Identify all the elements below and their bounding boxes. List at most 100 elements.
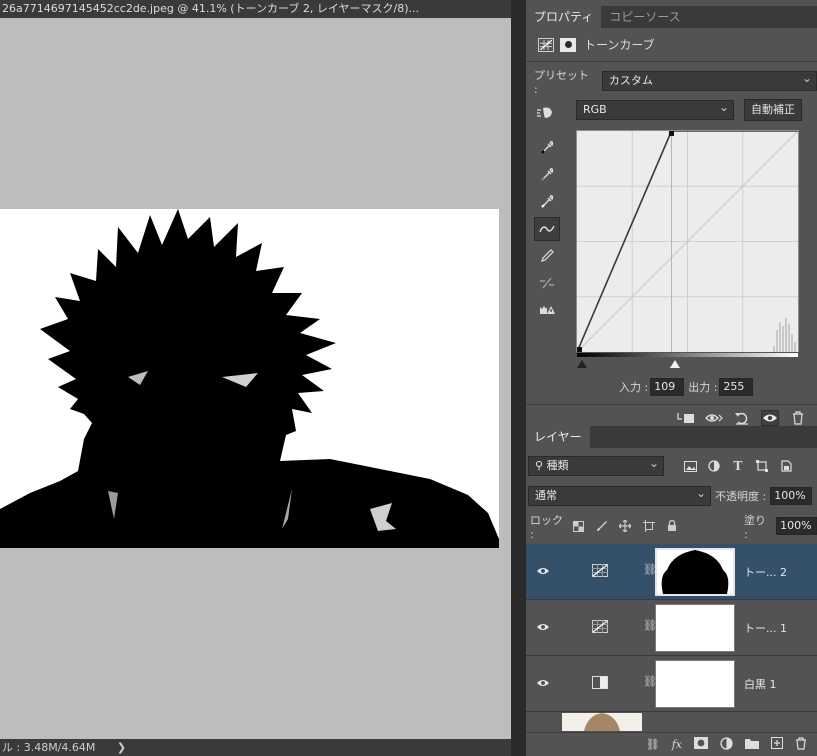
curves-layer-icon — [592, 620, 608, 634]
toggle-visibility-icon[interactable] — [761, 409, 779, 426]
histogram-bar — [785, 318, 787, 352]
gray-point-eyedropper-icon[interactable] — [534, 163, 560, 187]
histogram — [773, 318, 796, 352]
draw-curve-pencil-icon[interactable] — [534, 244, 560, 268]
new-group-folder-icon[interactable] — [745, 738, 759, 752]
tab-clone-source[interactable]: コピーソース — [601, 6, 688, 28]
curves-adjustment-icon[interactable] — [538, 37, 554, 52]
properties-header: トーンカーブ — [526, 28, 817, 62]
filter-image-icon[interactable] — [682, 459, 698, 473]
clip-to-layer-icon[interactable] — [677, 410, 695, 426]
edit-points-curve-icon[interactable] — [534, 217, 560, 241]
tab-layers[interactable]: レイヤー — [526, 426, 590, 448]
channel-select[interactable]: RGB — [576, 98, 734, 120]
curve-point-white[interactable] — [668, 131, 674, 136]
layer-mask-icon[interactable] — [560, 37, 576, 52]
black-point-eyedropper-icon[interactable] — [534, 136, 560, 160]
preset-select[interactable]: カスタム — [601, 69, 817, 91]
document-tab[interactable]: 26a7714697145452cc2de.jpeg @ 41.1% (トーンカ… — [0, 0, 511, 18]
filter-text-icon[interactable]: T — [730, 459, 746, 473]
output-field[interactable]: 255 — [719, 378, 754, 396]
lock-transparency-icon[interactable] — [571, 519, 586, 533]
black-input-slider[interactable] — [577, 360, 587, 368]
layer-name[interactable]: トー... 2 — [744, 564, 787, 580]
histogram-bar — [794, 342, 796, 352]
layer-mask-thumbnail[interactable] — [655, 548, 735, 596]
blend-row: 通常 不透明度 : 100% — [528, 484, 817, 506]
layers-panel: レイヤー ⚲ 種類 T 通常 不透明度 : 100% — [526, 426, 817, 756]
status-menu-arrow-icon[interactable]: ❯ — [117, 741, 126, 754]
layers-tabs: レイヤー — [526, 426, 817, 448]
curve-graph[interactable] — [576, 130, 799, 353]
tab-properties[interactable]: プロパティ — [526, 6, 602, 28]
filter-adjustment-icon[interactable] — [706, 459, 722, 473]
silhouette-artwork — [0, 209, 499, 548]
opacity-field[interactable]: 100% — [770, 487, 813, 505]
histogram-bar — [779, 322, 781, 352]
input-gradient-bar — [576, 352, 799, 358]
auto-button[interactable]: 自動補正 — [744, 99, 802, 121]
smooth-curve-icon[interactable] — [534, 271, 560, 295]
document-window: 26a7714697145452cc2de.jpeg @ 41.1% (トーンカ… — [0, 0, 511, 756]
lock-pixels-brush-icon[interactable] — [594, 519, 609, 533]
lock-artboard-icon[interactable] — [641, 519, 656, 533]
clipping-warning-icon[interactable] — [534, 298, 560, 322]
black-white-layer-icon — [592, 676, 608, 690]
layer-row-curves-1[interactable]: ⛓ トー... 1 — [526, 600, 817, 656]
delete-adjustment-icon[interactable] — [789, 410, 807, 426]
layer-mask-thumbnail[interactable] — [655, 604, 735, 652]
input-field[interactable]: 109 — [650, 378, 685, 396]
channel-row: RGB 自動補正 — [534, 98, 802, 122]
properties-panel: プロパティ コピーソース トーンカーブ プリセット : カスタム RGB 自動補… — [526, 6, 817, 430]
preset-label: プリセット : — [534, 68, 589, 96]
fill-field[interactable]: 100% — [776, 517, 817, 535]
lock-position-move-icon[interactable] — [618, 519, 633, 533]
opacity-label: 不透明度 : — [715, 490, 767, 503]
input-label: 入力 : — [619, 381, 649, 394]
histogram-bar — [782, 326, 784, 352]
preset-row: プリセット : カスタム — [534, 69, 817, 96]
view-previous-state-icon[interactable] — [705, 410, 723, 426]
canvas-image[interactable] — [0, 209, 499, 548]
curve-plot — [577, 131, 798, 352]
layer-name[interactable]: 白黒 1 — [744, 676, 777, 692]
filter-smart-object-icon[interactable] — [778, 459, 794, 473]
background-layer-thumbnail[interactable] — [562, 713, 642, 731]
layer-visibility-eye-icon[interactable] — [534, 620, 552, 634]
blend-mode-select[interactable]: 通常 — [528, 484, 711, 506]
panel-gutter — [511, 0, 526, 756]
layer-filter-row: ⚲ 種類 T — [528, 454, 813, 476]
delete-layer-trash-icon[interactable] — [795, 736, 807, 753]
reset-adjustment-icon[interactable] — [733, 410, 751, 426]
curves-layer-icon — [592, 564, 608, 578]
white-input-slider[interactable] — [670, 360, 680, 368]
search-icon: ⚲ — [535, 459, 544, 472]
filter-shape-icon[interactable] — [754, 459, 770, 473]
layer-filter-value: 種類 — [546, 459, 569, 472]
link-layers-icon[interactable]: ⛓ — [646, 738, 660, 751]
lock-label: ロック : — [530, 513, 563, 541]
histogram-bar — [776, 330, 778, 352]
new-layer-icon[interactable] — [771, 737, 783, 752]
layer-name[interactable]: トー... 1 — [744, 620, 787, 636]
lock-all-icon[interactable] — [665, 519, 680, 533]
new-adjustment-layer-icon[interactable] — [720, 736, 733, 753]
input-output-row: 入力 : 109 出力 : 255 — [619, 377, 757, 397]
doc-size-readout: ル : 3.48M/4.64M — [2, 741, 96, 754]
white-point-eyedropper-icon[interactable] — [534, 190, 560, 214]
curve-tools — [534, 136, 560, 325]
histogram-bar — [788, 324, 790, 352]
layer-filter-select[interactable]: ⚲ 種類 — [528, 454, 664, 476]
layer-visibility-eye-icon[interactable] — [534, 564, 552, 578]
layer-row-black-white-1[interactable]: ⛓ 白黒 1 — [526, 656, 817, 712]
layer-row-curves-2[interactable]: ⛓ トー... 2 — [526, 544, 817, 600]
fill-label: 塗り : — [743, 513, 766, 541]
layers-footer: ⛓ fx — [526, 732, 817, 756]
layer-visibility-eye-icon[interactable] — [534, 676, 552, 690]
add-mask-icon[interactable] — [694, 737, 708, 752]
layer-style-fx-icon[interactable]: fx — [672, 738, 682, 751]
panel-dock: プロパティ コピーソース トーンカーブ プリセット : カスタム RGB 自動補… — [526, 0, 817, 756]
output-label: 出力 : — [688, 381, 718, 394]
layer-mask-thumbnail[interactable] — [655, 660, 735, 708]
histogram-bar — [791, 334, 793, 352]
